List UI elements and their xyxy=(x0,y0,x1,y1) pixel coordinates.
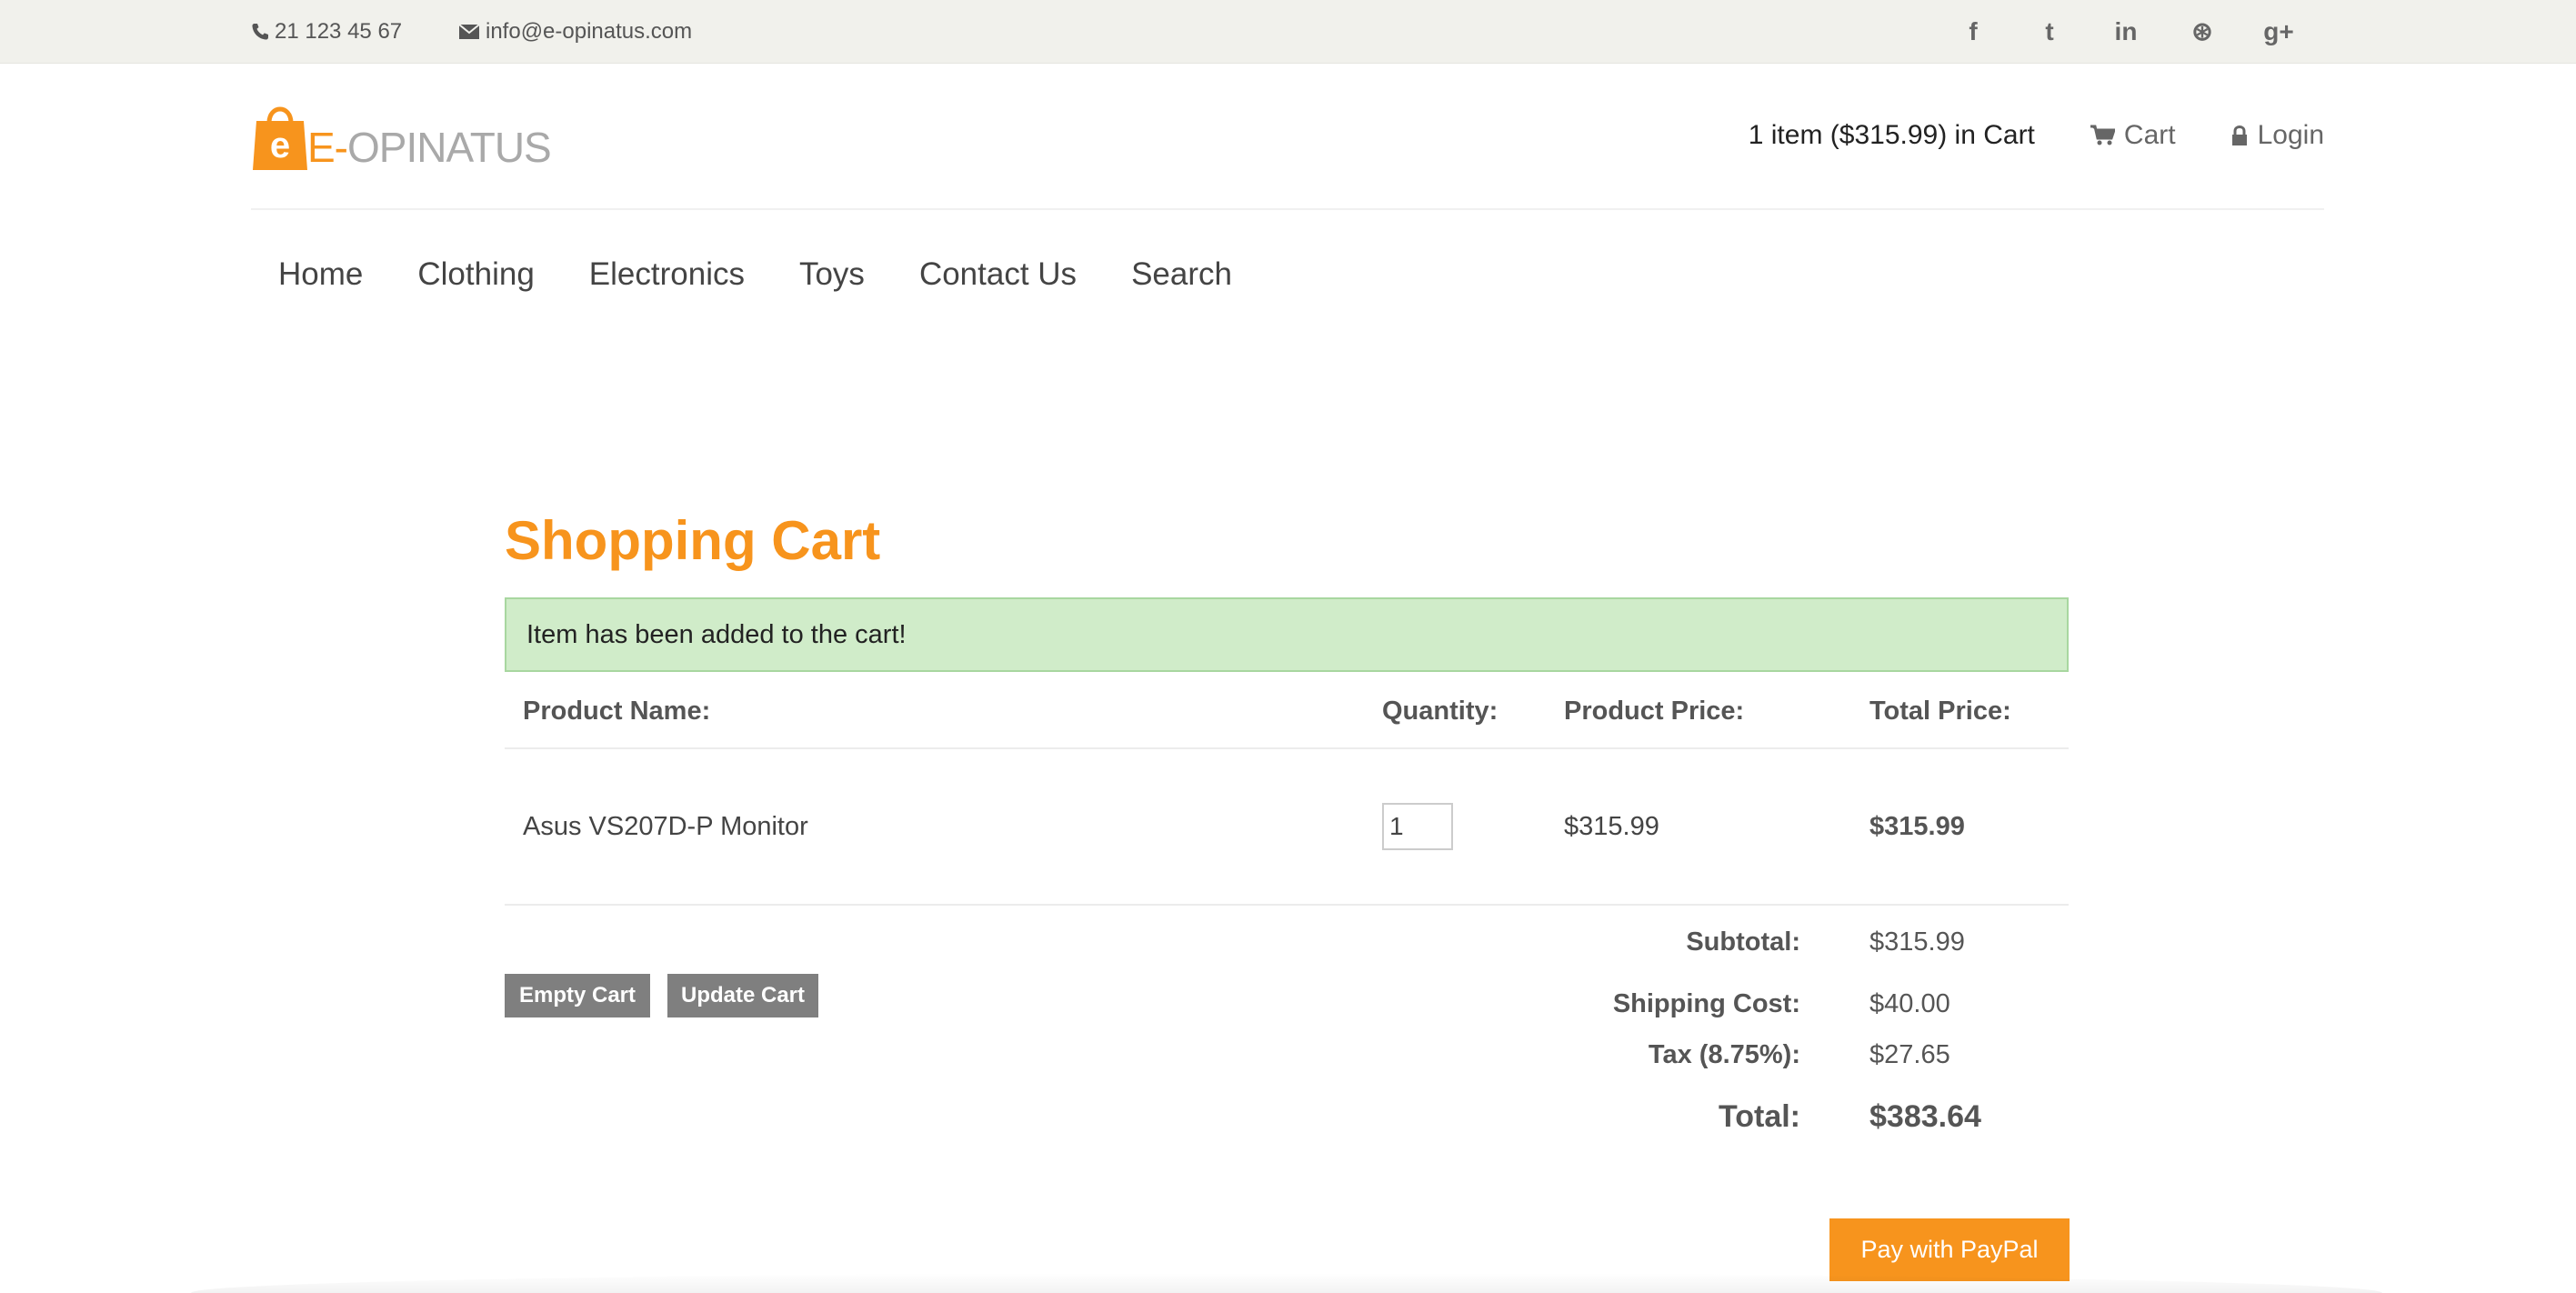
lock-icon xyxy=(2231,125,2247,145)
nav-item-clothing[interactable]: Clothing xyxy=(417,256,534,293)
cart-item-row: Asus VS207D-P Monitor $315.99 $315.99 xyxy=(505,749,2069,906)
phone-icon xyxy=(252,23,268,39)
tax-value: $27.65 xyxy=(1869,1040,1950,1069)
phone-contact: 21 123 45 67 xyxy=(251,0,402,63)
header-actions: 1 item ($315.99) in Cart Cart Login xyxy=(1749,63,2324,208)
column-header-product-price: Product Price: xyxy=(1564,696,1745,726)
shipping-cost-label: Shipping Cost: xyxy=(1612,989,1800,1018)
quantity-cell xyxy=(1382,749,1453,904)
cart-link-label[interactable]: Cart xyxy=(2124,120,2176,151)
social-links: f t in ⊛ g+ xyxy=(1955,0,2297,63)
linkedin-icon[interactable]: in xyxy=(2108,14,2144,50)
top-bar: 21 123 45 67 info@e-opinatus.com f t in … xyxy=(0,0,2576,64)
logo-prefix: E- xyxy=(307,124,348,171)
nav-item-search[interactable]: Search xyxy=(1131,256,1232,293)
logo-name: OPINATUS xyxy=(347,124,552,171)
phone-number: 21 123 45 67 xyxy=(275,18,403,44)
dribbble-icon[interactable]: ⊛ xyxy=(2184,14,2220,50)
site-logo[interactable]: e E-OPINATUS xyxy=(251,97,552,171)
pay-with-paypal-button[interactable]: Pay with PayPal xyxy=(1829,1218,2070,1281)
login-link-label[interactable]: Login xyxy=(2258,120,2324,151)
google-plus-icon[interactable]: g+ xyxy=(2260,14,2297,50)
column-header-product-name: Product Name: xyxy=(523,696,711,726)
nav-item-toys[interactable]: Toys xyxy=(799,256,865,293)
twitter-icon[interactable]: t xyxy=(2031,14,2068,50)
cart-summary[interactable]: 1 item ($315.99) in Cart xyxy=(1749,120,2035,151)
cart-icon xyxy=(2090,125,2115,145)
site-header: e E-OPINATUS 1 item ($315.99) in Cart Ca… xyxy=(251,63,2324,210)
product-price: $315.99 xyxy=(1564,811,1659,841)
item-total-price: $315.99 xyxy=(1869,811,1965,841)
quantity-input[interactable] xyxy=(1382,803,1453,850)
nav-item-electronics[interactable]: Electronics xyxy=(589,256,745,293)
facebook-icon[interactable]: f xyxy=(1955,14,1991,50)
column-header-total-price: Total Price: xyxy=(1869,696,2011,726)
total-value: $383.64 xyxy=(1869,1099,1981,1134)
column-header-quantity: Quantity: xyxy=(1382,696,1498,726)
email-address[interactable]: info@e-opinatus.com xyxy=(486,19,692,45)
nav-item-home[interactable]: Home xyxy=(278,256,363,293)
cart-table-header: Product Name: Quantity: Product Price: T… xyxy=(505,675,2069,749)
shipping-cost-value: $40.00 xyxy=(1869,989,1950,1018)
alert-message: Item has been added to the cart! xyxy=(526,619,907,649)
login-link[interactable]: Login xyxy=(2230,120,2324,151)
product-name: Asus VS207D-P Monitor xyxy=(523,811,808,841)
page-title: Shopping Cart xyxy=(505,510,881,571)
envelope-icon xyxy=(458,23,480,39)
empty-cart-button[interactable]: Empty Cart xyxy=(505,974,650,1017)
logo-wordmark: E-OPINATUS xyxy=(307,124,552,171)
subtotal-label: Subtotal: xyxy=(1686,927,1800,957)
nav-item-contact-us[interactable]: Contact Us xyxy=(919,256,1077,293)
logo-badge-letter: e xyxy=(270,125,290,165)
main-nav: Home Clothing Electronics Toys Contact U… xyxy=(278,256,1287,293)
total-label: Total: xyxy=(1718,1099,1800,1134)
shopping-bag-logo-icon: e xyxy=(253,106,307,170)
success-alert: Item has been added to the cart! xyxy=(505,597,2069,672)
cart-link[interactable]: Cart xyxy=(2090,120,2176,151)
email-contact[interactable]: info@e-opinatus.com xyxy=(458,0,692,63)
subtotal-value: $315.99 xyxy=(1869,927,1965,957)
update-cart-button[interactable]: Update Cart xyxy=(667,974,818,1017)
tax-label: Tax (8.75%): xyxy=(1648,1040,1800,1069)
